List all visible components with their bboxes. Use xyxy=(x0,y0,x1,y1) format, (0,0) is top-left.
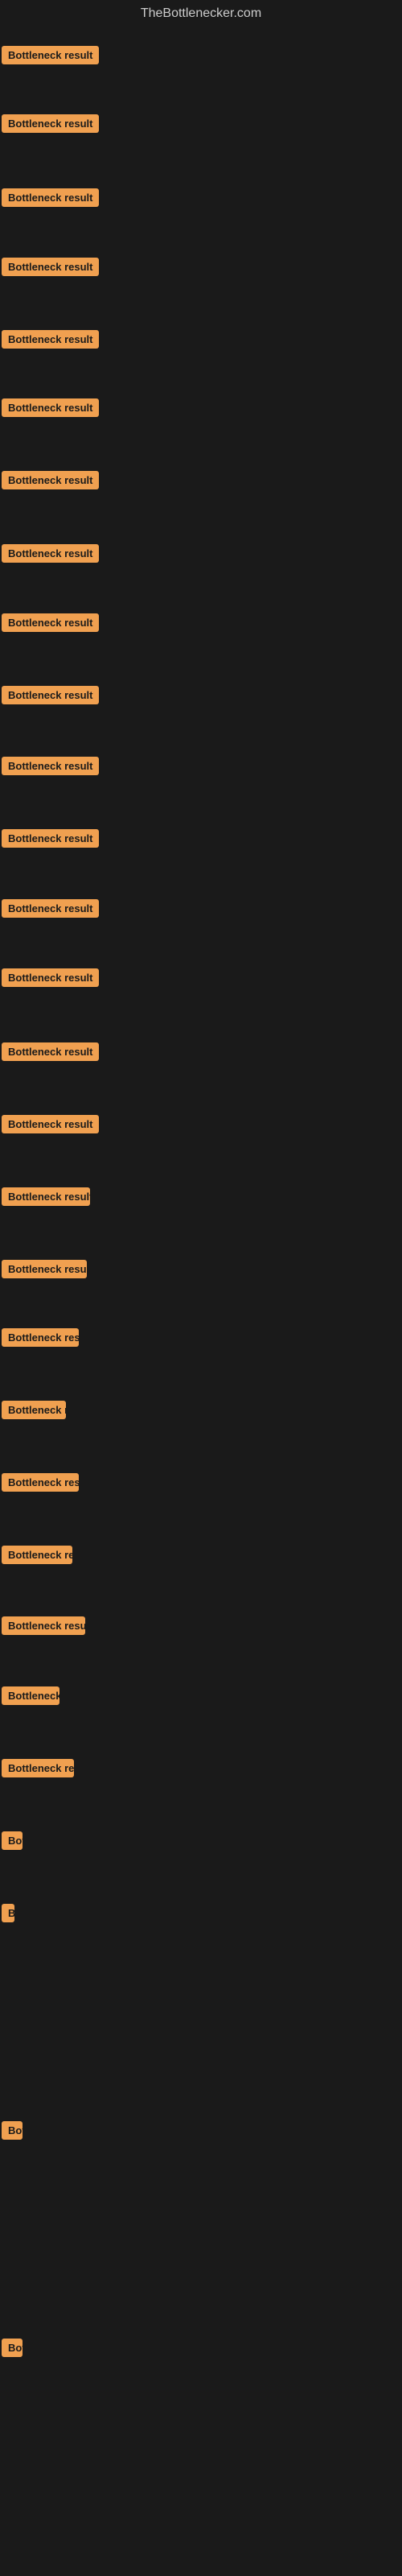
bottleneck-badge: Bottleneck result xyxy=(2,1831,23,1850)
bottleneck-badge: Bottleneck result xyxy=(2,757,99,775)
bottleneck-badge: Bottleneck result xyxy=(2,1546,72,1564)
bottleneck-item[interactable]: Bottleneck result xyxy=(2,46,99,68)
bottleneck-badge: Bottleneck result xyxy=(2,1401,66,1419)
bottleneck-item[interactable]: Bottleneck result xyxy=(2,2121,23,2144)
bottleneck-item[interactable]: Bottleneck result xyxy=(2,686,99,708)
bottleneck-badge: Bottleneck result xyxy=(2,968,99,987)
bottleneck-item[interactable]: Bottleneck result xyxy=(2,1686,59,1709)
bottleneck-item[interactable]: Bottleneck result xyxy=(2,114,99,137)
bottleneck-item[interactable]: Bottleneck result xyxy=(2,757,99,779)
bottleneck-badge: Bottleneck result xyxy=(2,1904,14,1922)
bottleneck-item[interactable]: Bottleneck result xyxy=(2,1328,79,1351)
bottleneck-badge: Bottleneck result xyxy=(2,544,99,563)
bottleneck-item[interactable]: Bottleneck result xyxy=(2,1831,23,1854)
bottleneck-badge: Bottleneck result xyxy=(2,1759,74,1777)
bottleneck-badge: Bottleneck result xyxy=(2,1616,85,1635)
bottleneck-item[interactable]: Bottleneck result xyxy=(2,1260,87,1282)
site-title: TheBottlenecker.com xyxy=(0,0,402,27)
bottleneck-item[interactable]: Bottleneck result xyxy=(2,2339,23,2361)
bottleneck-badge: Bottleneck result xyxy=(2,398,99,417)
bottleneck-item[interactable]: Bottleneck result xyxy=(2,899,99,922)
bottleneck-item[interactable]: Bottleneck result xyxy=(2,968,99,991)
bottleneck-item[interactable]: Bottleneck result xyxy=(2,471,99,493)
bottleneck-item[interactable]: Bottleneck result xyxy=(2,1473,79,1496)
bottleneck-badge: Bottleneck result xyxy=(2,2339,23,2357)
bottleneck-item[interactable]: Bottleneck result xyxy=(2,1115,99,1137)
bottleneck-badge: Bottleneck result xyxy=(2,258,99,276)
bottleneck-item[interactable]: Bottleneck result xyxy=(2,1904,14,1926)
bottleneck-badge: Bottleneck result xyxy=(2,686,99,704)
bottleneck-badge: Bottleneck result xyxy=(2,899,99,918)
bottleneck-item[interactable]: Bottleneck result xyxy=(2,330,99,353)
bottleneck-item[interactable]: Bottleneck result xyxy=(2,829,99,852)
bottleneck-item[interactable]: Bottleneck result xyxy=(2,398,99,421)
bottleneck-item[interactable]: Bottleneck result xyxy=(2,544,99,567)
bottleneck-item[interactable]: Bottleneck result xyxy=(2,1616,85,1639)
bottleneck-item[interactable]: Bottleneck result xyxy=(2,258,99,280)
bottleneck-item[interactable]: Bottleneck result xyxy=(2,1042,99,1065)
bottleneck-item[interactable]: Bottleneck result xyxy=(2,1401,66,1423)
bottleneck-badge: Bottleneck result xyxy=(2,2121,23,2140)
bottleneck-badge: Bottleneck result xyxy=(2,46,99,64)
bottleneck-badge: Bottleneck result xyxy=(2,330,99,349)
bottleneck-badge: Bottleneck result xyxy=(2,1042,99,1061)
bottleneck-item[interactable]: Bottleneck result xyxy=(2,613,99,636)
bottleneck-item[interactable]: Bottleneck result xyxy=(2,188,99,211)
bottleneck-badge: Bottleneck result xyxy=(2,114,99,133)
bottleneck-item[interactable]: Bottleneck result xyxy=(2,1546,72,1568)
bottleneck-badge: Bottleneck result xyxy=(2,1115,99,1133)
bottleneck-item[interactable]: Bottleneck result xyxy=(2,1187,90,1210)
bottleneck-badge: Bottleneck result xyxy=(2,613,99,632)
bottleneck-badge: Bottleneck result xyxy=(2,188,99,207)
bottleneck-badge: Bottleneck result xyxy=(2,829,99,848)
bottleneck-badge: Bottleneck result xyxy=(2,1686,59,1705)
bottleneck-badge: Bottleneck result xyxy=(2,471,99,489)
bottleneck-badge: Bottleneck result xyxy=(2,1328,79,1347)
bottleneck-badge: Bottleneck result xyxy=(2,1260,87,1278)
bottleneck-badge: Bottleneck result xyxy=(2,1187,90,1206)
bottleneck-badge: Bottleneck result xyxy=(2,1473,79,1492)
bottleneck-item[interactable]: Bottleneck result xyxy=(2,1759,74,1781)
